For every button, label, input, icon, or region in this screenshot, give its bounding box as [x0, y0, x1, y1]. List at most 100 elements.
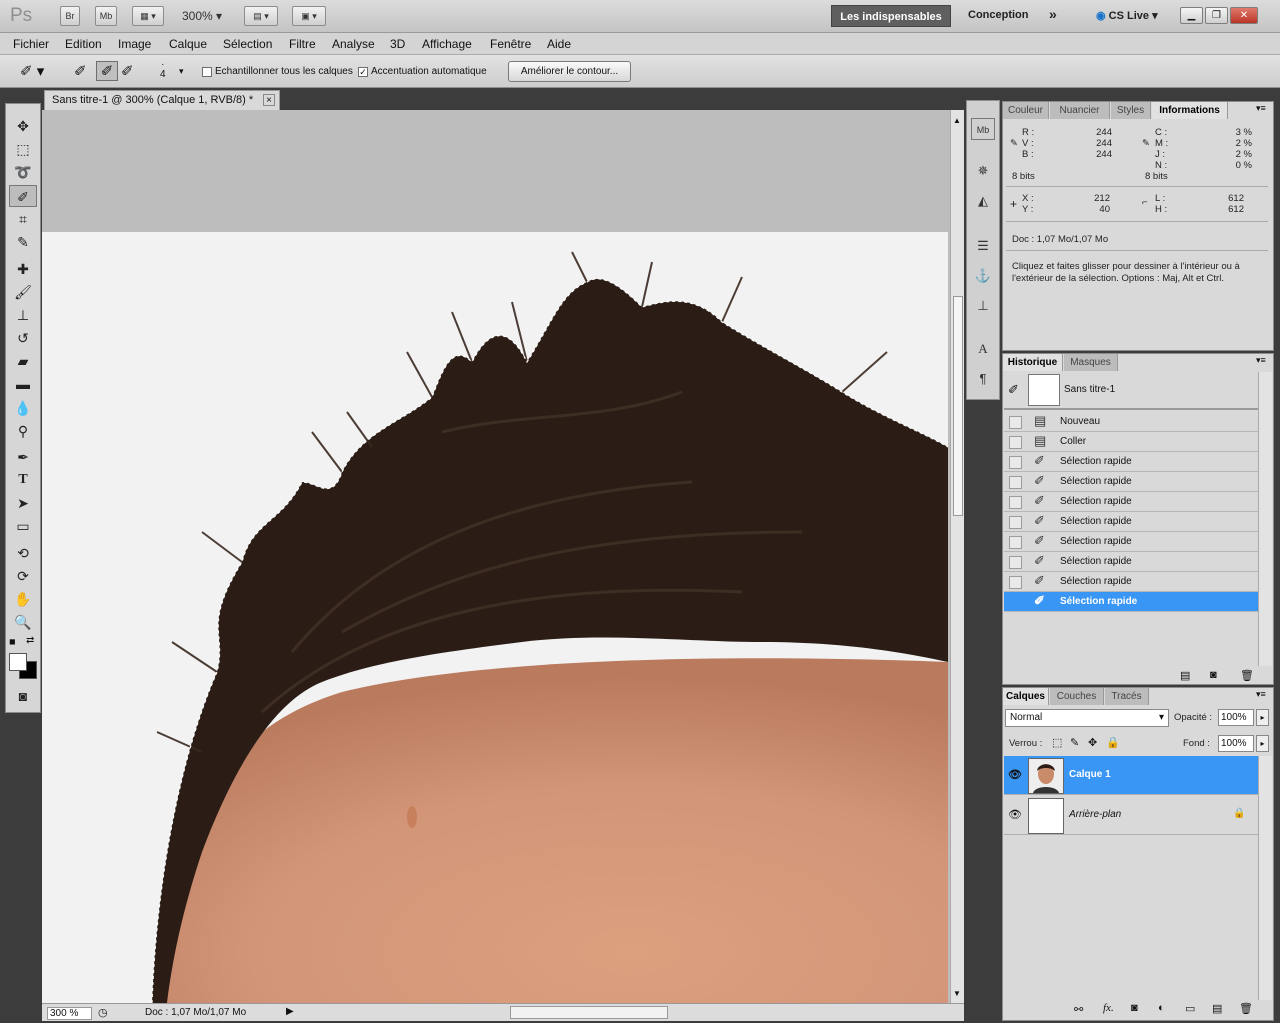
character-panel-icon[interactable]: A — [971, 338, 995, 360]
close-window-button[interactable]: ✕ — [1230, 7, 1258, 24]
brush-tool[interactable]: 🖌 — [9, 281, 37, 303]
tab-history[interactable]: Historique — [1003, 354, 1063, 371]
pen-tool[interactable]: ✒ — [9, 446, 37, 468]
mini-bridge-panel-icon[interactable]: Mb — [971, 118, 995, 140]
history-source-checkbox[interactable] — [1009, 596, 1022, 609]
tab-paths[interactable]: Tracés — [1105, 688, 1149, 705]
tool-presets-icon[interactable]: ⊥ — [971, 295, 995, 317]
paragraph-panel-icon[interactable]: ¶ — [971, 368, 995, 390]
new-layer-icon[interactable]: ▤ — [1212, 1002, 1222, 1015]
history-source-checkbox[interactable] — [1009, 456, 1022, 469]
more-workspaces-button[interactable]: » — [1049, 6, 1057, 22]
eraser-tool[interactable]: ▰ — [9, 350, 37, 372]
healing-brush-tool[interactable]: ✚ — [9, 258, 37, 280]
clone-stamp-tool[interactable]: ⊥ — [9, 304, 37, 326]
new-document-from-state-icon[interactable]: ▤ — [1180, 669, 1190, 682]
histogram-icon[interactable]: ◭ — [971, 190, 995, 212]
workspace-design-button[interactable]: Conception — [968, 9, 1029, 21]
visibility-eye-icon[interactable]: 👁 — [1008, 808, 1022, 821]
add-to-selection-mode[interactable]: ✐ — [96, 61, 118, 81]
refine-edge-button[interactable]: Améliorer le contour... — [508, 61, 631, 82]
link-layers-icon[interactable]: ⚯ — [1074, 1003, 1083, 1016]
tab-masks[interactable]: Masques — [1064, 354, 1118, 371]
auto-enhance-checkbox[interactable]: ✓ — [358, 67, 368, 77]
menu-view[interactable]: Affichage — [422, 37, 472, 51]
layers-scrollbar[interactable] — [1258, 756, 1272, 1000]
bridge-button[interactable]: Br — [60, 6, 80, 26]
menu-layer[interactable]: Calque — [169, 37, 207, 51]
scroll-up-icon[interactable]: ▲ — [953, 116, 961, 125]
fill-slider-arrow-icon[interactable]: ▸ — [1256, 735, 1269, 752]
tab-styles[interactable]: Styles — [1111, 102, 1151, 119]
marquee-tool[interactable]: ⬚ — [9, 138, 37, 160]
add-mask-icon[interactable]: ◙ — [1131, 1002, 1138, 1014]
history-source-checkbox[interactable] — [1009, 436, 1022, 449]
menu-image[interactable]: Image — [118, 37, 151, 51]
visibility-eye-icon[interactable]: 👁 — [1008, 768, 1022, 781]
history-source-checkbox[interactable] — [1009, 536, 1022, 549]
history-brush-tool[interactable]: ↺ — [9, 327, 37, 349]
path-selection-tool[interactable]: ➤ — [9, 492, 37, 514]
lock-transparency-icon[interactable]: ⬚ — [1052, 736, 1062, 749]
tab-channels[interactable]: Couches — [1050, 688, 1104, 705]
tab-info[interactable]: Informations — [1152, 102, 1228, 119]
shape-tool[interactable]: ▭ — [9, 515, 37, 537]
history-source-checkbox[interactable] — [1009, 576, 1022, 589]
hand-tool[interactable]: ✋ — [9, 588, 37, 610]
navigator-icon[interactable]: ✵ — [971, 160, 995, 182]
default-colors-icon[interactable]: ◼ — [9, 637, 16, 646]
history-item[interactable]: ✐ Sélection rapide — [1004, 532, 1258, 552]
lock-all-icon[interactable]: 🔒 — [1106, 736, 1120, 749]
opacity-field[interactable]: 100% — [1218, 709, 1254, 726]
history-scrollbar[interactable] — [1258, 372, 1272, 666]
eyedropper-tool[interactable]: ✎ — [9, 231, 37, 253]
menu-edit[interactable]: Edition — [65, 37, 102, 51]
zoom-tool[interactable]: 🔍 — [9, 611, 37, 633]
tool-preset-picker[interactable]: ✐ ▾ — [20, 62, 44, 80]
history-item[interactable]: ✐ Sélection rapide — [1004, 552, 1258, 572]
menu-file[interactable]: Fichier — [13, 37, 49, 51]
history-item[interactable]: ▤ Coller — [1004, 432, 1258, 452]
quick-mask-button[interactable]: ◙ — [9, 685, 37, 707]
tab-color[interactable]: Couleur — [1003, 102, 1049, 119]
blend-mode-select[interactable]: Normal ▾ — [1005, 709, 1169, 727]
menu-analysis[interactable]: Analyse — [332, 37, 375, 51]
status-info-icon[interactable]: ◷ — [98, 1006, 108, 1019]
dodge-tool[interactable]: ⚲ — [9, 420, 37, 442]
3d-orbit-tool[interactable]: ⟳ — [9, 565, 37, 587]
sample-all-layers-checkbox[interactable] — [202, 67, 212, 77]
fill-field[interactable]: 100% — [1218, 735, 1254, 752]
opacity-slider-arrow-icon[interactable]: ▸ — [1256, 709, 1269, 726]
panel-menu-icon[interactable]: ▾≡ — [1256, 103, 1266, 114]
brush-size-picker[interactable]: · 4 — [160, 60, 166, 80]
status-menu-arrow-icon[interactable]: ▶ — [286, 1006, 294, 1017]
menu-help[interactable]: Aide — [547, 37, 571, 51]
restore-button[interactable]: ❐ — [1205, 7, 1228, 24]
blur-tool[interactable]: 💧 — [9, 397, 37, 419]
3d-rotate-tool[interactable]: ⟲ — [9, 542, 37, 564]
swap-colors-icon[interactable]: ⇄ — [26, 635, 34, 646]
zoom-level-select[interactable]: 300% ▾ — [182, 9, 222, 23]
history-source-checkbox[interactable] — [1009, 516, 1022, 529]
crop-tool[interactable]: ⌗ — [9, 208, 37, 230]
menu-select[interactable]: Sélection — [223, 37, 272, 51]
history-item[interactable]: ✐ Sélection rapide — [1004, 472, 1258, 492]
adjustments-icon[interactable]: ☰ — [971, 235, 995, 257]
arrange-documents-button[interactable]: ▤ ▾ — [244, 6, 278, 26]
quick-selection-tool[interactable]: ✐ — [9, 185, 37, 207]
brush-size-dropdown[interactable]: ▾ — [179, 66, 184, 77]
minimize-button[interactable]: ▁ — [1180, 7, 1203, 24]
menu-filter[interactable]: Filtre — [289, 37, 316, 51]
vertical-scrollbar[interactable]: ▲ ▼ — [950, 110, 964, 1003]
cs-live-button[interactable]: ◉ CS Live ▾ — [1096, 9, 1158, 22]
move-tool[interactable]: ✥ — [9, 115, 37, 137]
gradient-tool[interactable]: ▬ — [9, 373, 37, 395]
mini-bridge-button[interactable]: Mb — [95, 6, 117, 26]
history-source-checkbox[interactable] — [1009, 416, 1022, 429]
new-group-icon[interactable]: ▭ — [1185, 1002, 1195, 1015]
vertical-scroll-thumb[interactable] — [953, 296, 963, 516]
history-item[interactable]: ✐ Sélection rapide — [1004, 492, 1258, 512]
layer-style-icon[interactable]: fx. — [1103, 1002, 1114, 1014]
horizontal-scroll-thumb[interactable] — [510, 1006, 668, 1019]
foreground-color-swatch[interactable] — [9, 653, 27, 671]
